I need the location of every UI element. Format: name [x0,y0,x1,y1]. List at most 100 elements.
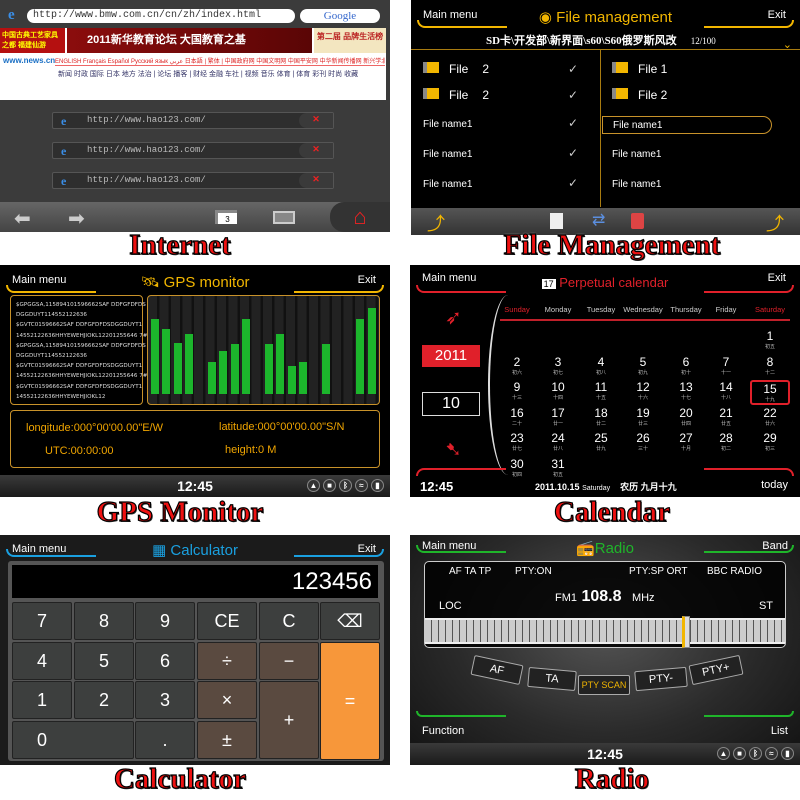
file-name[interactable]: File name1 [423,149,472,160]
calendar-day[interactable]: 3 初七 [538,355,578,376]
calendar-day[interactable]: 17 廿一 [538,406,578,427]
calendar-day[interactable]: 6 初十 [666,355,706,376]
google-search-box[interactable]: Google [300,9,380,23]
tabs-icon[interactable]: 3 [215,210,237,224]
radio-button-ta[interactable]: TA [527,666,577,692]
file-list-item[interactable]: File name1 [612,176,782,194]
calendar-day[interactable]: 23 廿七 [497,431,537,452]
history-item[interactable]: e http://www.hao123.com/ ✕ [52,172,334,189]
key-1[interactable]: 1 [12,681,72,719]
file-name[interactable]: File [449,62,468,76]
file-name[interactable]: File name1 [423,179,472,190]
backspace-button[interactable]: ⌫ [320,602,380,640]
calendar-day[interactable]: 18 廿二 [581,406,621,427]
file-name[interactable]: File name1 [423,119,472,130]
add-button[interactable]: + [259,681,319,759]
signal-icon[interactable]: ▮ [371,479,384,492]
file-name[interactable]: File name1 [612,179,661,190]
checkmark-icon[interactable]: ✓ [568,146,578,160]
key-9[interactable]: 9 [135,602,195,640]
calendar-day[interactable]: 4 初八 [581,355,621,376]
calendar-day[interactable]: 15 十九 [750,380,790,405]
clear-entry-button[interactable]: CE [197,602,257,640]
home-icon[interactable]: ⌂ [330,202,390,232]
year-down-arrow-icon[interactable]: ➷ [445,437,462,462]
calendar-day[interactable]: 9 十三 [497,380,537,401]
divide-button[interactable]: ÷ [197,642,257,680]
fullscreen-icon[interactable] [273,211,295,224]
history-url[interactable]: http://www.hao123.com/ [87,145,206,155]
calendar-day[interactable]: 10 十四 [538,380,578,401]
year-up-arrow-icon[interactable]: ➶ [445,305,462,330]
move-icon[interactable]: ⇄ [592,210,605,230]
calendar-day[interactable]: 12 十六 [623,380,663,401]
key-2[interactable]: 2 [74,681,134,719]
calendar-day[interactable]: 16 二十 [497,406,537,427]
camera-icon[interactable]: ■ [323,479,336,492]
subtract-button[interactable]: − [259,642,319,680]
calendar-day[interactable]: 19 廿三 [623,406,663,427]
calendar-day[interactable]: 26 三十 [623,431,663,452]
checkmark-icon[interactable]: ✓ [568,62,578,76]
navigation-icon[interactable]: ▲ [307,479,320,492]
wifi-icon[interactable]: ≈ [765,747,778,760]
file-list-item[interactable]: File 2 [612,88,782,106]
file-name[interactable]: File name1 [613,120,662,131]
radio-button-af[interactable]: AF [470,655,524,685]
camera-icon[interactable]: ■ [733,747,746,760]
calendar-day[interactable]: 8 十二 [750,355,790,376]
file-list-item[interactable]: File 2 ✓ [423,62,593,80]
web-page-content[interactable]: 中国古典工艺家具之都 福建仙游 2011新华教育论坛 大国教育之基 第二届 品牌… [0,28,386,100]
calendar-day[interactable]: 29 初三 [750,431,790,452]
calendar-day[interactable]: 7 十一 [706,355,746,376]
key-6[interactable]: 6 [135,642,195,680]
bluetooth-icon[interactable]: ᛒ [749,747,762,760]
key-5[interactable]: 5 [74,642,134,680]
history-url[interactable]: http://www.hao123.com/ [87,115,206,125]
language-links[interactable]: ENGLISH Français Español Русский язык عر… [55,56,385,66]
nav-links[interactable]: 新闻 时政 国际 日本 地方 法治 | 论坛 播客 | 财经 金融 车社 | 视… [58,70,383,79]
function-button[interactable]: Function [422,725,464,737]
forward-icon[interactable]: ➡ [68,206,85,231]
file-list-item[interactable]: File 1 [612,62,782,80]
file-name[interactable]: File name1 [612,149,661,160]
checkmark-icon[interactable]: ✓ [568,88,578,102]
history-item[interactable]: e http://www.hao123.com/ ✕ [52,142,334,159]
key-8[interactable]: 8 [74,602,134,640]
calendar-day[interactable]: 22 廿六 [750,406,790,427]
calendar-day[interactable]: 20 廿四 [666,406,706,427]
history-url[interactable]: http://www.hao123.com/ [87,175,206,185]
month-field[interactable]: 10 [422,392,480,416]
remove-icon[interactable]: ✕ [299,173,333,188]
checkmark-icon[interactable]: ✓ [568,116,578,130]
file-list-item[interactable]: File name1 ✓ [423,116,593,134]
file-name[interactable]: File 1 [638,62,667,76]
calendar-day[interactable]: 1 初五 [750,329,790,350]
delete-icon[interactable] [631,213,644,229]
signal-icon[interactable]: ▮ [781,747,794,760]
remove-icon[interactable]: ✕ [299,113,333,128]
calendar-day[interactable]: 25 廿九 [581,431,621,452]
file-list-item[interactable]: File name1 [602,116,772,134]
radio-button-pty-[interactable]: PTY- [634,666,688,692]
year-field[interactable]: 2011 [422,345,480,367]
file-list-item[interactable]: File name1 ✓ [423,146,593,164]
banner-ad[interactable]: 2011新华教育论坛 大国教育之基 [67,28,312,53]
calendar-day[interactable]: 21 廿五 [706,406,746,427]
wifi-icon[interactable]: ≈ [355,479,368,492]
frequency-tuner-slider[interactable] [425,616,785,648]
ad-right[interactable]: 第二届 品牌生活榜 [314,28,386,53]
calendar-day[interactable]: 2 初六 [497,355,537,376]
calendar-day[interactable]: 5 初九 [623,355,663,376]
key-7[interactable]: 7 [12,602,72,640]
radio-button-pty-[interactable]: PTY+ [688,654,744,686]
calendar-day[interactable]: 28 初二 [706,431,746,452]
multiply-button[interactable]: × [197,681,257,719]
calendar-day[interactable]: 14 十八 [706,380,746,401]
clear-button[interactable]: C [259,602,319,640]
bluetooth-icon[interactable]: ᛒ [339,479,352,492]
file-name[interactable]: File [449,88,468,102]
url-input[interactable]: http://www.bmw.com.cn/cn/zh/index.html [27,9,295,23]
file-list-item[interactable]: File name1 [612,146,782,164]
history-item[interactable]: e http://www.hao123.com/ ✕ [52,112,334,129]
